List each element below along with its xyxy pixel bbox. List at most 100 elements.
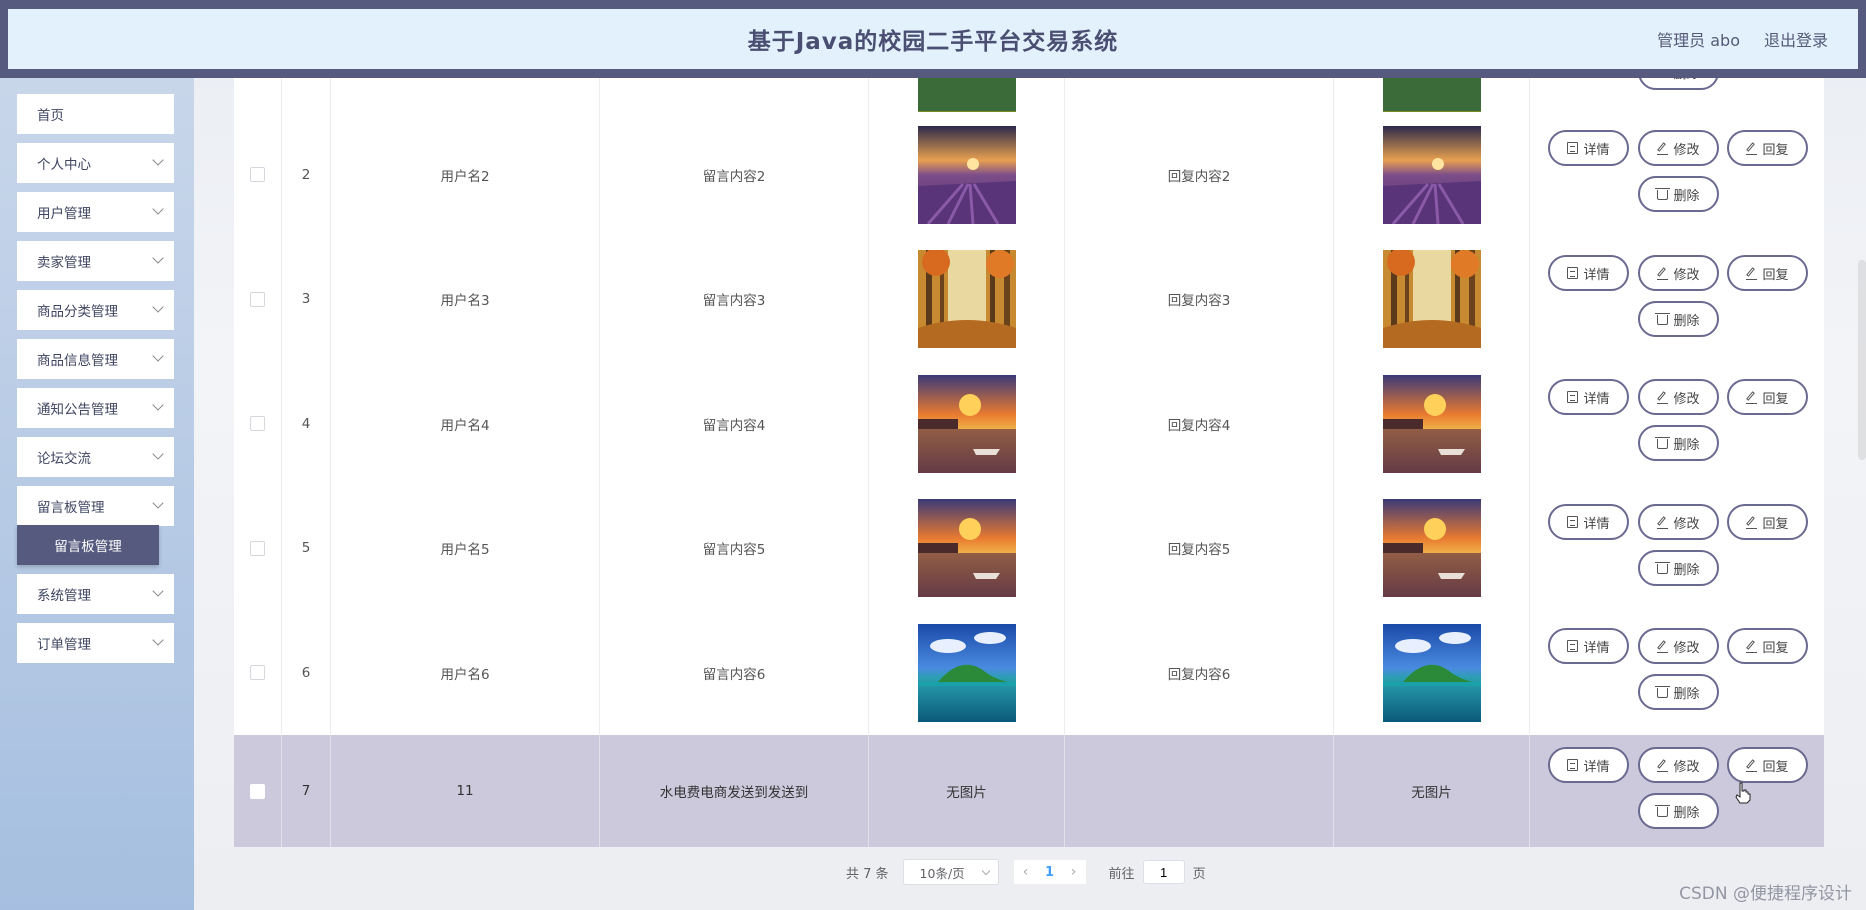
delete-button[interactable]: 删除 — [1638, 425, 1719, 461]
row-checkbox-cell — [234, 735, 282, 847]
button-label: 详情 — [1583, 516, 1610, 532]
index-cell: 6 — [282, 610, 331, 735]
delete-button[interactable]: 删除 — [1638, 176, 1719, 212]
button-label: 回复 — [1762, 267, 1789, 283]
pencil-icon — [1657, 267, 1669, 280]
sidebar-item-label: 个人中心 — [37, 157, 91, 173]
next-page-button[interactable]: › — [1062, 864, 1086, 880]
sidebar-item-system-management[interactable]: 系统管理 — [17, 574, 174, 614]
page-scrollbar[interactable] — [1858, 260, 1866, 460]
trash-icon — [1655, 313, 1671, 325]
tropical-island-image[interactable] — [917, 623, 1016, 722]
sidebar-item-user-management[interactable]: 用户管理 — [17, 192, 174, 232]
sidebar-item-message-board[interactable]: 留言板管理 — [17, 486, 174, 526]
edit-button[interactable]: 修改 — [1638, 628, 1719, 664]
autumn-forest-image[interactable] — [1382, 250, 1481, 348]
username-cell: 用户名5 — [331, 486, 600, 610]
sidebar-item-label: 卖家管理 — [37, 255, 91, 271]
button-label: 删除 — [1673, 437, 1700, 453]
reply-button[interactable]: 回复 — [1727, 130, 1808, 166]
delete-button[interactable]: 删除 — [1638, 793, 1719, 829]
row-checkbox[interactable] — [250, 540, 265, 556]
reply-button[interactable]: 回复 — [1727, 379, 1808, 415]
reply-button[interactable]: 回复 — [1727, 504, 1808, 540]
button-label: 回复 — [1762, 759, 1789, 775]
lavender-field-image[interactable] — [1382, 125, 1481, 224]
sidebar-item-personal-center[interactable]: 个人中心 — [17, 143, 174, 183]
autumn-forest-image[interactable] — [917, 250, 1016, 348]
delete-button[interactable]: 删除 — [1638, 301, 1719, 337]
trash-icon — [1655, 805, 1671, 817]
goto-label: 前往 — [1108, 866, 1135, 882]
detail-button[interactable]: 详情 — [1548, 628, 1629, 664]
detail-button[interactable]: 详情 — [1548, 379, 1629, 415]
sunset-harbor-image[interactable] — [917, 499, 1016, 597]
actions-cell: 详情 修改 回复 删除 — [1530, 361, 1824, 486]
pencil-icon — [1746, 142, 1758, 155]
row-checkbox[interactable] — [250, 291, 265, 307]
page-size-value: 10条/页 — [919, 865, 965, 881]
chevron-down-icon — [981, 866, 990, 876]
delete-button[interactable]: 删除 — [1638, 550, 1719, 586]
button-label: 删除 — [1673, 805, 1700, 821]
reply-button[interactable]: 回复 — [1727, 628, 1808, 664]
reply-image-cell — [1334, 610, 1530, 735]
row-checkbox[interactable] — [250, 783, 265, 799]
row-checkbox[interactable] — [250, 416, 265, 431]
goto-page-input[interactable] — [1142, 860, 1185, 884]
row-checkbox-cell — [234, 610, 282, 735]
reply-cell — [1065, 735, 1334, 847]
edit-button[interactable]: 修改 — [1638, 255, 1719, 291]
delete-button[interactable]: 删除 — [1638, 674, 1719, 710]
chevron-down-icon — [152, 399, 164, 411]
detail-button[interactable]: 详情 — [1548, 255, 1629, 291]
page-buttons: ‹ 1 › — [1012, 859, 1087, 885]
detail-button[interactable]: 详情 — [1548, 747, 1629, 783]
sunset-harbor-image[interactable] — [917, 374, 1016, 473]
sidebar-item-label: 系统管理 — [37, 588, 91, 604]
chevron-down-icon — [152, 497, 164, 509]
trash-icon — [1655, 562, 1671, 574]
button-label: 详情 — [1583, 267, 1610, 283]
sidebar-item-forum[interactable]: 论坛交流 — [17, 437, 174, 477]
row-checkbox[interactable] — [250, 665, 265, 680]
actions-cell: 详情 修改 回复 删除 — [1530, 735, 1824, 847]
page-number-current[interactable]: 1 — [1038, 865, 1062, 880]
prev-page-button[interactable]: ‹ — [1014, 864, 1038, 880]
detail-button[interactable]: 详情 — [1548, 504, 1629, 540]
page-size-select[interactable]: 10条/页 — [902, 859, 999, 885]
lavender-field-image[interactable] — [917, 125, 1016, 224]
edit-button[interactable]: 修改 — [1638, 130, 1719, 166]
sunset-harbor-image[interactable] — [1382, 374, 1481, 473]
image-cell — [869, 237, 1065, 361]
sidebar-subitem-message-board[interactable]: 留言板管理 — [17, 525, 159, 565]
sidebar-item-order-management[interactable]: 订单管理 — [17, 623, 174, 663]
sidebar-item-notice-management[interactable]: 通知公告管理 — [17, 388, 174, 428]
sidebar-item-label: 商品分类管理 — [37, 304, 118, 320]
reply-cell: 回复内容4 — [1065, 361, 1334, 486]
table-row: 2 用户名2 留言内容2 回复内容2 详情 修改 回复 删除 — [234, 112, 1824, 238]
tropical-island-image[interactable] — [1382, 623, 1481, 722]
sidebar: 首页 个人中心 用户管理 卖家管理 商品分类管理 商品信息管理 通知公告管理 论… — [0, 78, 194, 910]
username-cell: 11 — [331, 735, 600, 847]
content-cell: 留言内容4 — [600, 361, 869, 486]
button-label: 回复 — [1762, 391, 1789, 407]
detail-button[interactable]: 详情 — [1548, 130, 1629, 166]
edit-button[interactable]: 修改 — [1638, 747, 1719, 783]
document-icon — [1567, 267, 1579, 279]
reply-button[interactable]: 回复 — [1727, 747, 1808, 783]
sidebar-item-category-management[interactable]: 商品分类管理 — [17, 290, 174, 330]
username-cell: 用户名4 — [331, 361, 600, 486]
reply-button[interactable]: 回复 — [1727, 255, 1808, 291]
sidebar-item-label: 留言板管理 — [37, 500, 105, 516]
sidebar-item-label: 订单管理 — [37, 637, 91, 653]
row-checkbox[interactable] — [250, 167, 265, 182]
edit-button[interactable]: 修改 — [1638, 504, 1719, 540]
sunset-harbor-image[interactable] — [1382, 499, 1481, 597]
logout-link[interactable]: 退出登录 — [1764, 27, 1828, 51]
sidebar-item-home[interactable]: 首页 — [17, 94, 174, 134]
edit-button[interactable]: 修改 — [1638, 379, 1719, 415]
sidebar-item-product-management[interactable]: 商品信息管理 — [17, 339, 174, 379]
sidebar-item-seller-management[interactable]: 卖家管理 — [17, 241, 174, 281]
delete-button[interactable]: 删除 — [1638, 78, 1719, 90]
